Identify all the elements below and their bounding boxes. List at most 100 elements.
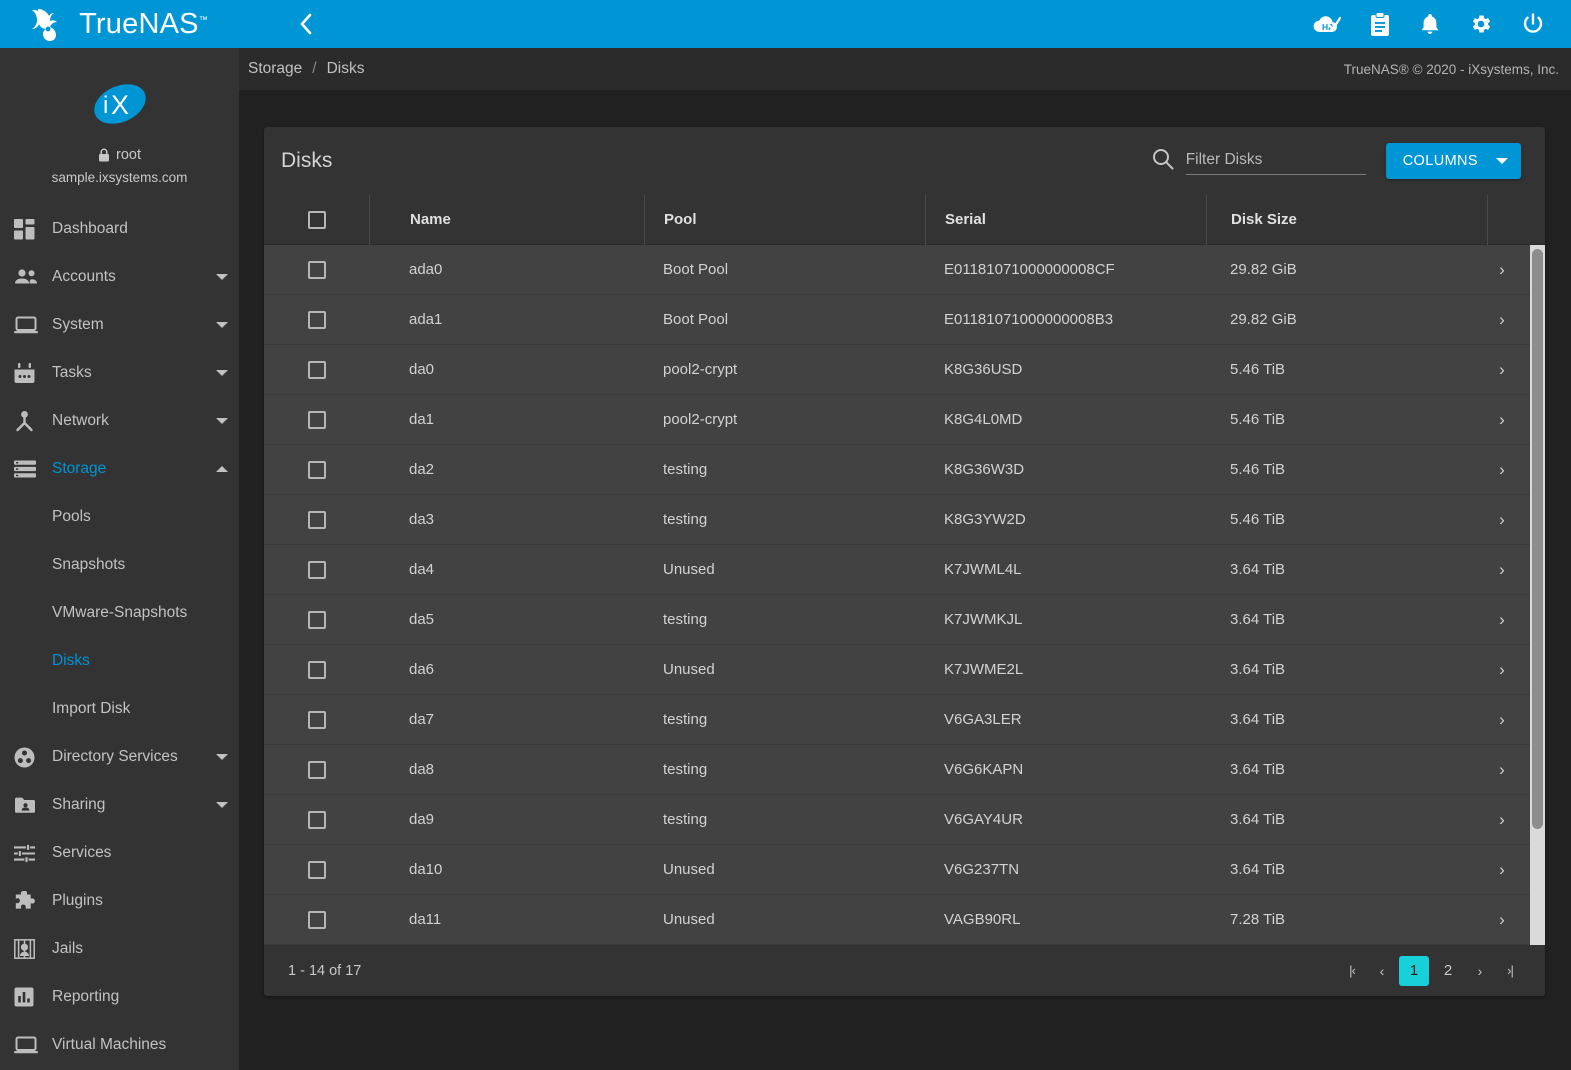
chevron-down-icon[interactable] — [205, 418, 239, 424]
chevron-right-icon: › — [1499, 710, 1505, 729]
ha-status-icon[interactable]: HA — [1311, 12, 1341, 36]
sharing-icon — [14, 796, 52, 814]
disks-card: Disks COLUMNS — [264, 127, 1545, 996]
sidebar-item-pools[interactable]: Pools — [0, 493, 239, 541]
table-row[interactable]: da0 pool2-crypt K8G36USD 5.46 TiB › — [264, 345, 1545, 395]
bell-icon[interactable] — [1419, 12, 1441, 37]
hamburger-icon[interactable] — [261, 15, 285, 33]
sidebar-item-tasks[interactable]: Tasks — [0, 349, 239, 397]
column-header-name[interactable]: Name — [369, 194, 644, 245]
table-row[interactable]: da8 testing V6G6KAPN 3.64 TiB › — [264, 745, 1545, 795]
sidebar-item-label: Accounts — [52, 268, 116, 285]
sidebar-item-virtual-machines[interactable]: Virtual Machines — [0, 1021, 239, 1069]
last-page-icon[interactable]: ›| — [1497, 958, 1523, 984]
user-info-block: i X root sample.ixsystems.com — [0, 48, 239, 185]
row-select-cell — [264, 645, 369, 695]
columns-button[interactable]: COLUMNS — [1385, 143, 1521, 179]
table-scrollbar[interactable] — [1530, 245, 1545, 945]
search-icon[interactable] — [1152, 148, 1174, 175]
chevron-left-icon[interactable] — [299, 13, 313, 35]
table-row[interactable]: da7 testing V6GA3LER 3.64 TiB › — [264, 695, 1545, 745]
table-row[interactable]: da5 testing K7JWMKJL 3.64 TiB › — [264, 595, 1545, 645]
sidebar-item-jails[interactable]: Jails — [0, 925, 239, 973]
cell-pool: testing — [663, 611, 708, 628]
clipboard-icon[interactable] — [1369, 11, 1391, 37]
table-row[interactable]: da2 testing K8G36W3D 5.46 TiB › — [264, 445, 1545, 495]
tasks-icon — [14, 362, 52, 384]
chevron-down-icon[interactable] — [205, 802, 239, 808]
cell-name: da10 — [409, 861, 443, 878]
table-footer: 1 - 14 of 17 |‹ ‹ 1 2 › ›| — [264, 945, 1545, 996]
sidebar-item-import-disk[interactable]: Import Disk — [0, 685, 239, 733]
column-header-serial[interactable]: Serial — [925, 194, 1206, 245]
sidebar-item-snapshots[interactable]: Snapshots — [0, 541, 239, 589]
row-checkbox[interactable] — [307, 260, 326, 279]
row-checkbox[interactable] — [307, 910, 326, 929]
cell-pool: Boot Pool — [663, 261, 729, 278]
select-all-cell — [264, 195, 369, 245]
sidebar-item-sharing[interactable]: Sharing — [0, 781, 239, 829]
sidebar-item-storage[interactable]: Storage — [0, 445, 239, 493]
chevron-down-icon[interactable] — [205, 754, 239, 760]
breadcrumb-parent[interactable]: Storage — [248, 60, 302, 78]
chevron-down-icon[interactable] — [205, 322, 239, 328]
disks-table: Name Pool Serial Disk Size ada0 Boot Pool… — [264, 194, 1545, 945]
sidebar-item-reporting[interactable]: Reporting — [0, 973, 239, 1021]
brand-logo-area[interactable]: TrueNAS™ — [0, 0, 239, 48]
row-checkbox[interactable] — [307, 860, 326, 879]
row-checkbox[interactable] — [307, 660, 326, 679]
row-checkbox[interactable] — [307, 310, 326, 329]
table-scrollbar-thumb[interactable] — [1532, 249, 1543, 829]
first-page-icon[interactable]: |‹ — [1339, 958, 1365, 984]
page-number-1[interactable]: 1 — [1399, 955, 1429, 986]
sidebar-item-plugins[interactable]: Plugins — [0, 877, 239, 925]
gear-icon[interactable] — [1469, 12, 1493, 36]
row-checkbox[interactable] — [307, 710, 326, 729]
power-icon[interactable] — [1521, 12, 1545, 36]
table-row[interactable]: da4 Unused K7JWML4L 3.64 TiB › — [264, 545, 1545, 595]
cell-pool: Unused — [663, 561, 715, 578]
table-row[interactable]: ada1 Boot Pool E01181071000000008B3 29.82 G… — [264, 295, 1545, 345]
table-row[interactable]: ada0 Boot Pool E01181071000000008CF 29.82 G… — [264, 245, 1545, 295]
cell-serial: V6G6KAPN — [944, 761, 1024, 778]
table-row[interactable]: da9 testing V6GAY4UR 3.64 TiB › — [264, 795, 1545, 845]
row-checkbox[interactable] — [307, 510, 326, 529]
sidebar-item-dashboard[interactable]: Dashboard — [0, 205, 239, 253]
row-checkbox[interactable] — [307, 410, 326, 429]
sidebar-item-directory-services[interactable]: Directory Services — [0, 733, 239, 781]
search-input[interactable] — [1185, 150, 1366, 169]
chevron-down-icon[interactable] — [205, 370, 239, 376]
row-checkbox[interactable] — [307, 360, 326, 379]
column-header-pool[interactable]: Pool — [644, 194, 925, 245]
prev-page-icon[interactable]: ‹ — [1369, 958, 1395, 984]
select-all-checkbox[interactable] — [307, 210, 326, 229]
row-checkbox[interactable] — [307, 610, 326, 629]
sidebar-item-system[interactable]: System — [0, 301, 239, 349]
table-row[interactable]: da1 pool2-crypt K8G4L0MD 5.46 TiB › — [264, 395, 1545, 445]
table-row[interactable]: da10 Unused V6G237TN 3.64 TiB › — [264, 845, 1545, 895]
chevron-down-icon[interactable] — [205, 274, 239, 280]
column-header-disk-size[interactable]: Disk Size — [1206, 194, 1487, 245]
cell-name: da2 — [409, 461, 435, 478]
sidebar-item-accounts[interactable]: Accounts — [0, 253, 239, 301]
row-select-cell — [264, 345, 369, 395]
sidebar-item-disks[interactable]: Disks — [0, 637, 239, 685]
table-row[interactable]: da6 Unused K7JWME2L 3.64 TiB › — [264, 645, 1545, 695]
sidebar-item-services[interactable]: Services — [0, 829, 239, 877]
row-select-cell — [264, 695, 369, 745]
chevron-up-icon[interactable] — [205, 466, 239, 472]
sidebar-item-network[interactable]: Network — [0, 397, 239, 445]
row-checkbox[interactable] — [307, 760, 326, 779]
chevron-right-icon: › — [1499, 910, 1505, 929]
cell-disk-size: 5.46 TiB — [1230, 361, 1286, 378]
table-row[interactable]: da11 Unused VAGB90RL 7.28 TiB › — [264, 895, 1545, 945]
sidebar-item-label: Disks — [52, 652, 90, 669]
plugins-icon — [14, 890, 52, 912]
row-checkbox[interactable] — [307, 560, 326, 579]
next-page-icon[interactable]: › — [1467, 958, 1493, 984]
row-checkbox[interactable] — [307, 810, 326, 829]
page-number-2[interactable]: 2 — [1433, 956, 1463, 986]
row-checkbox[interactable] — [307, 460, 326, 479]
sidebar-item-vmware-snapshots[interactable]: VMware-Snapshots — [0, 589, 239, 637]
table-row[interactable]: da3 testing K8G3YW2D 5.46 TiB › — [264, 495, 1545, 545]
